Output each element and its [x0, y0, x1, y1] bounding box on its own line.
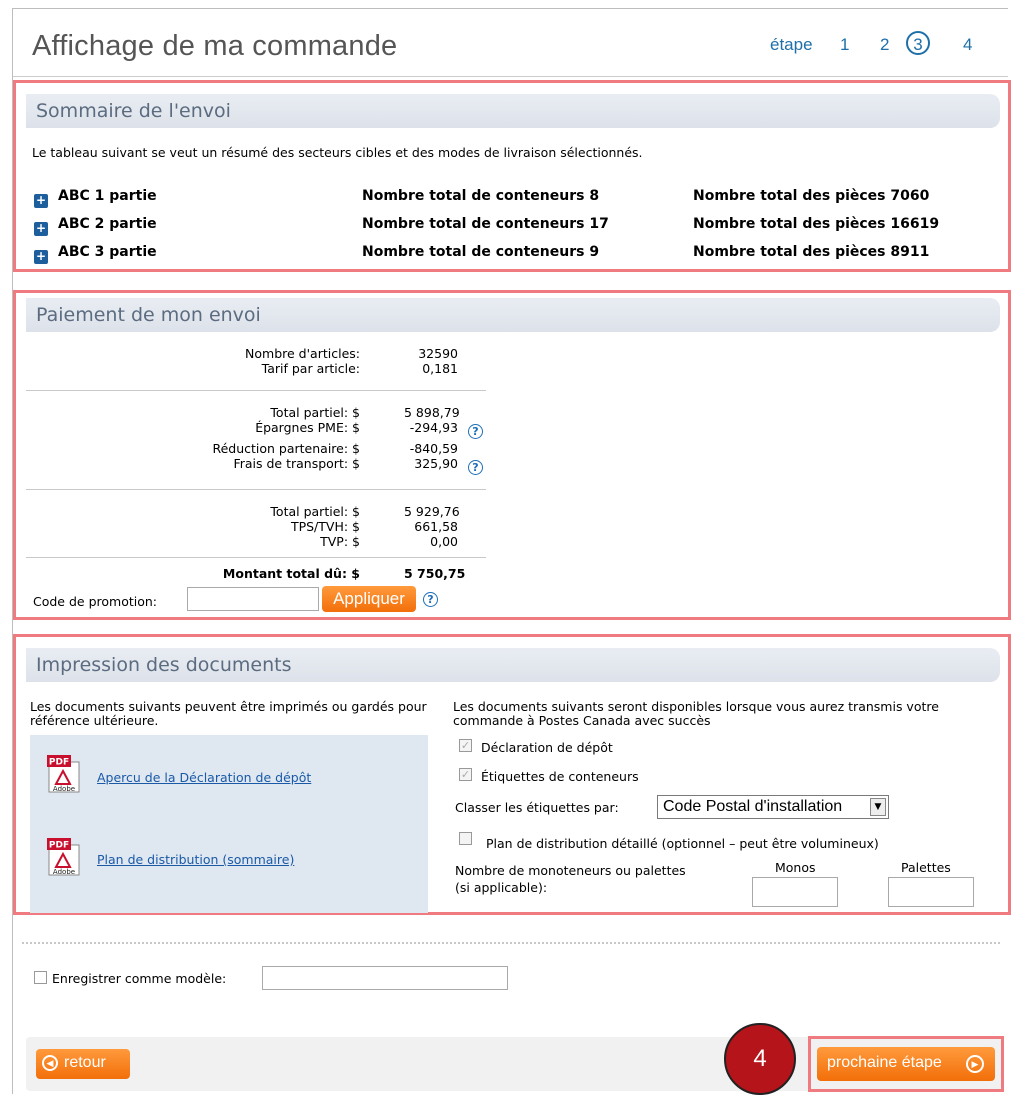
promo-label: Code de promotion: [33, 594, 157, 609]
items-value: 32590 [418, 346, 458, 361]
distribution-plan-summary-link[interactable]: Plan de distribution (sommaire) [97, 852, 294, 867]
pdf-badge-text: PDF [49, 758, 69, 768]
promo-help-icon[interactable]: ? [423, 592, 438, 607]
palettes-input[interactable] [888, 877, 974, 907]
step-2[interactable]: 2 [880, 35, 889, 55]
tps-value: 661,58 [414, 519, 458, 534]
labels-checkbox-label: Étiquettes de conteneurs [481, 769, 639, 784]
expand-row-2-button[interactable]: + [34, 217, 48, 236]
adobe-text: Adobe [53, 785, 75, 793]
next-button-label: prochaine étape [827, 1054, 942, 1071]
transport-help-icon[interactable]: ? [468, 460, 483, 475]
subtotal1-value: 5 898,79 [404, 405, 460, 420]
back-button[interactable]: ◀ retour [36, 1049, 130, 1079]
partner-label: Réduction partenaire: $ [212, 441, 360, 456]
save-template-checkbox[interactable] [34, 971, 47, 984]
partner-value: -840,59 [409, 441, 458, 456]
summary-heading: Sommaire de l'envoi [26, 94, 1000, 128]
chevron-down-icon[interactable]: ▼ [870, 798, 886, 816]
labels-checkbox: ✓ [459, 768, 472, 781]
payment-heading: Paiement de mon envoi [26, 298, 1000, 332]
subtotal2-value: 5 929,76 [404, 504, 460, 519]
documents-link-panel [30, 735, 428, 913]
tps-label: TPS/TVH: $ [290, 519, 360, 534]
save-template-label: Enregistrer comme modèle: [52, 971, 227, 986]
next-step-button[interactable]: prochaine étape ▶ [817, 1047, 995, 1081]
rate-value: 0,181 [422, 361, 458, 376]
summary-row-3-pieces: Nombre total des pièces 8911 [693, 244, 930, 260]
step-4: 4 [963, 35, 973, 54]
plus-icon: + [34, 249, 48, 264]
detailed-plan-checkbox[interactable] [459, 832, 472, 845]
deposit-checkbox: ✓ [459, 739, 472, 752]
deposit-checkbox-label: Déclaration de dépôt [481, 740, 613, 755]
pdf-badge-text: PDF [49, 841, 69, 851]
dotted-divider [22, 942, 1000, 944]
payment-divider-3 [26, 557, 486, 558]
summary-row-1-containers: Nombre total de conteneurs 8 [362, 188, 600, 204]
sort-labels-select[interactable]: Code Postal d'installation ▼ [657, 795, 889, 819]
step-number-badge: 4 [724, 1023, 796, 1095]
sort-labels-label: Classer les étiquettes par: [455, 800, 619, 815]
transport-value: 325,90 [414, 456, 458, 471]
step-label: étape [770, 35, 813, 54]
tvp-value: 0,00 [430, 534, 458, 549]
savings-label: Épargnes PME: $ [255, 420, 360, 435]
pdf-icon: PDF Adobe [47, 838, 80, 876]
promo-code-input[interactable] [187, 587, 319, 611]
header-divider [13, 76, 1008, 77]
monos-header: Monos [775, 860, 816, 875]
summary-row-2-containers: Nombre total de conteneurs 17 [362, 216, 609, 232]
apply-promo-button[interactable]: Appliquer [322, 586, 416, 612]
documents-left-intro: Les documents suivants peuvent être impr… [30, 699, 427, 728]
monos-input[interactable] [752, 877, 838, 907]
monos-palettes-label-line1: Nombre de monoteneurs ou palettes [455, 863, 686, 878]
save-template-input[interactable] [262, 966, 508, 990]
step-3-current: 3 [906, 31, 930, 55]
total-label: Montant total dû: $ [222, 566, 360, 581]
plus-icon: + [34, 221, 48, 236]
detailed-plan-label: Plan de distribution détaillé (optionnel… [486, 836, 879, 851]
summary-row-3-name: ABC 3 partie [58, 244, 157, 260]
documents-right-intro: Les documents suivants seront disponible… [453, 699, 939, 728]
expand-row-1-button[interactable]: + [34, 189, 48, 208]
savings-value: -294,93 [409, 420, 458, 435]
payment-divider-2 [26, 489, 486, 490]
summary-row-3-containers: Nombre total de conteneurs 9 [362, 244, 600, 260]
back-arrow-icon: ◀ [42, 1055, 58, 1071]
items-label: Nombre d'articles: [245, 346, 360, 361]
sort-labels-value: Code Postal d'installation [663, 798, 843, 815]
expand-row-3-button[interactable]: + [34, 245, 48, 264]
next-arrow-icon: ▶ [966, 1055, 984, 1073]
tvp-label: TVP: $ [320, 534, 360, 549]
summary-row-1-name: ABC 1 partie [58, 188, 157, 204]
step-1[interactable]: 1 [840, 35, 849, 55]
transport-label: Frais de transport: $ [233, 456, 360, 471]
payment-highlight [13, 290, 1011, 620]
summary-intro: Le tableau suivant se veut un résumé des… [32, 145, 643, 160]
documents-heading: Impression des documents [26, 648, 1000, 682]
payment-divider-1 [26, 390, 486, 391]
pdf-icon: PDF Adobe [47, 755, 80, 793]
total-value: 5 750,75 [404, 566, 466, 581]
back-button-label: retour [64, 1054, 106, 1071]
deposit-preview-link[interactable]: Apercu de la Déclaration de dépôt [97, 770, 311, 785]
subtotal1-label: Total partiel: $ [270, 405, 360, 420]
savings-help-icon[interactable]: ? [468, 424, 483, 439]
summary-row-2-name: ABC 2 partie [58, 216, 157, 232]
summary-row-1-pieces: Nombre total des pièces 7060 [693, 188, 930, 204]
adobe-text: Adobe [53, 868, 75, 876]
palettes-header: Palettes [901, 860, 951, 875]
page-title: Affichage de ma commande [32, 30, 398, 62]
rate-label: Tarif par article: [261, 361, 360, 376]
plus-icon: + [34, 193, 48, 208]
subtotal2-label: Total partiel: $ [270, 504, 360, 519]
monos-palettes-label-line2: (si applicable): [455, 880, 548, 895]
summary-row-2-pieces: Nombre total des pièces 16619 [693, 216, 940, 232]
